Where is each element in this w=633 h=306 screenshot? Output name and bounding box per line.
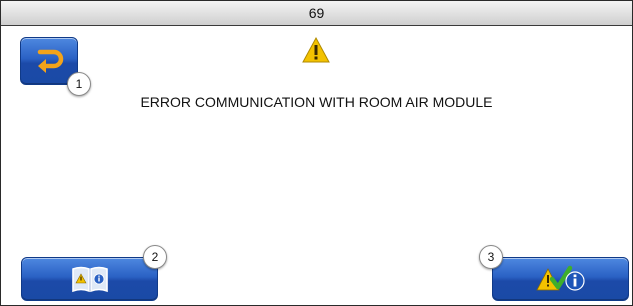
manual-button[interactable] [21,257,158,301]
manual-button-badge: 2 [143,245,167,269]
acknowledge-warning-info-icon [535,265,585,291]
error-message: ERROR COMMUNICATION WITH ROOM AIR MODULE [140,94,493,110]
warning-triangle-icon [302,36,330,63]
return-arrow-icon [37,49,64,73]
back-button-badge: 1 [67,72,91,96]
manual-book-icon [71,266,108,293]
acknowledge-button[interactable] [492,257,629,301]
title-bar: 69 [1,1,632,26]
screen-number: 69 [308,5,325,21]
acknowledge-button-badge: 3 [479,245,503,269]
